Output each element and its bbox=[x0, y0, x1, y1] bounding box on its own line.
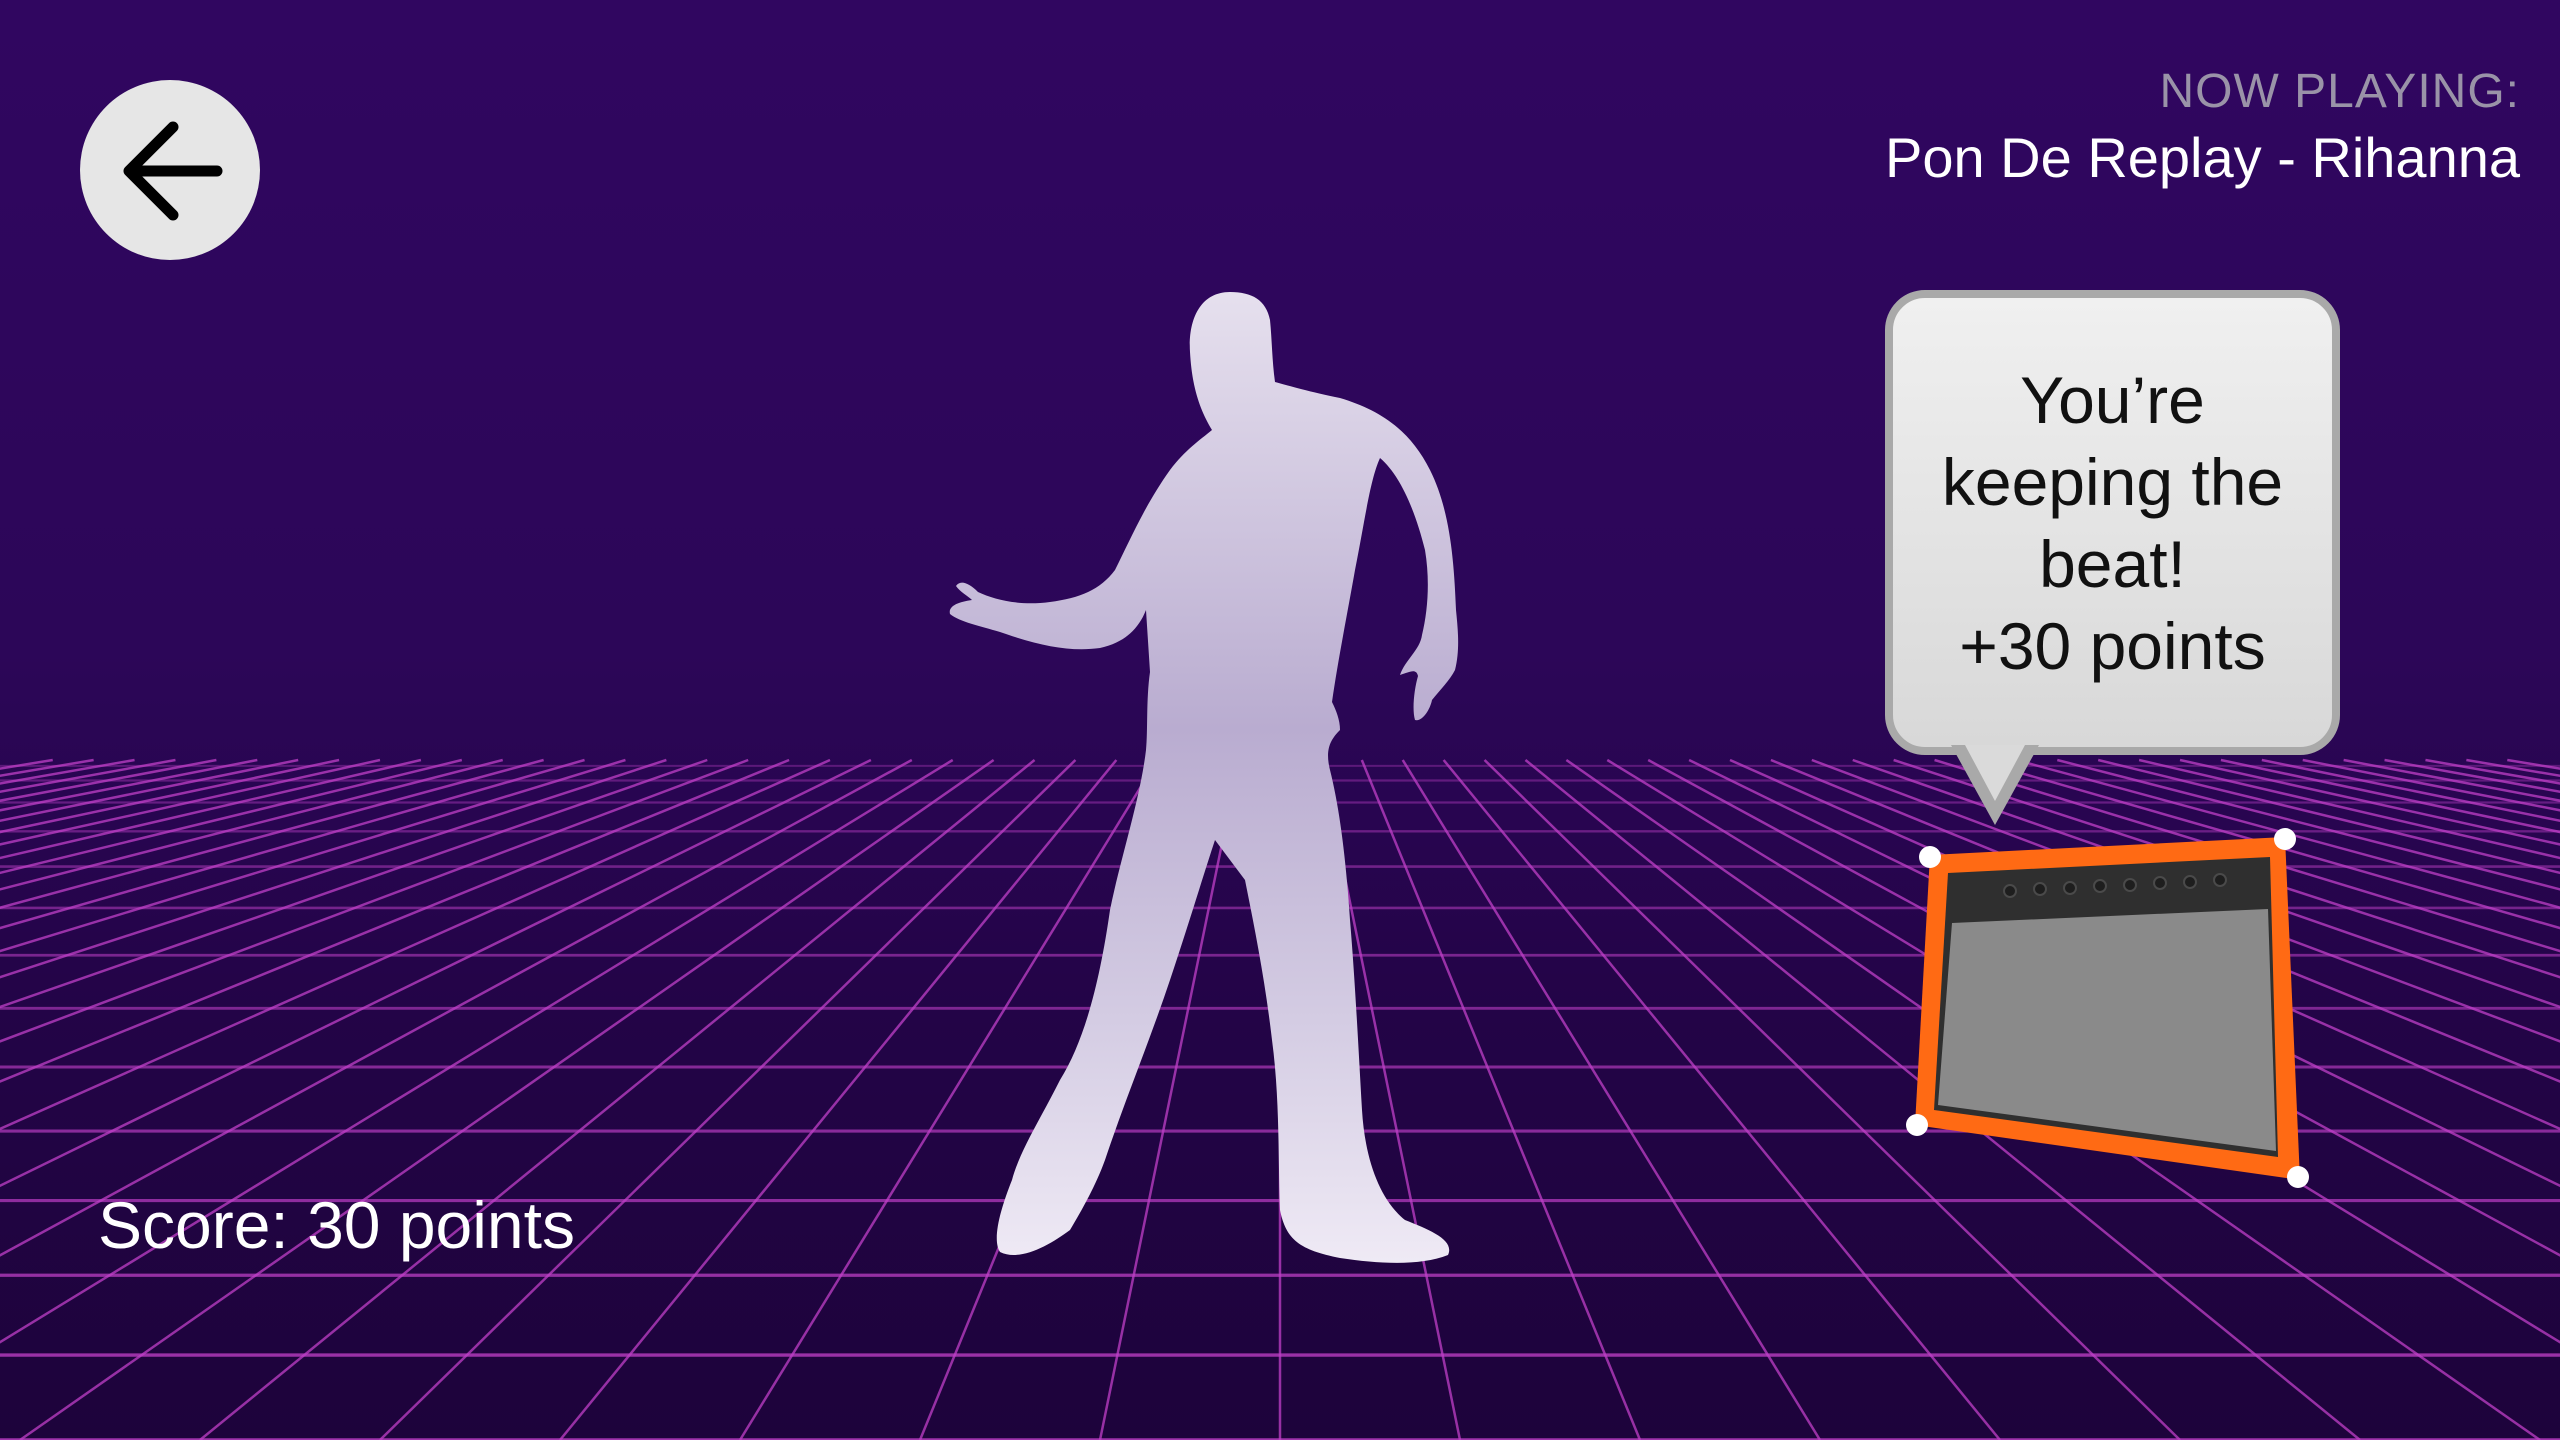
now-playing: NOW PLAYING: Pon De Replay - Rihanna bbox=[1885, 62, 2520, 194]
grid-line bbox=[0, 758, 176, 794]
guitar-amplifier-icon bbox=[1906, 828, 2309, 1188]
feedback-speech-bubble: You’re keeping the beat! +30 points bbox=[1885, 290, 2340, 755]
grid-line bbox=[2384, 758, 2560, 794]
feedback-line-3: beat! bbox=[2039, 526, 2186, 601]
grid-line bbox=[2302, 758, 2560, 812]
grid-line bbox=[0, 758, 667, 979]
now-playing-track: Pon De Replay - Rihanna bbox=[1884, 126, 2520, 189]
dancer-silhouette bbox=[949, 292, 1459, 1263]
grid-line bbox=[0, 758, 749, 1043]
feedback-line-1: You’re bbox=[2020, 362, 2205, 437]
grid-line bbox=[0, 758, 381, 846]
back-button[interactable] bbox=[80, 80, 260, 260]
grid-line bbox=[0, 758, 544, 909]
speech-bubble-tail bbox=[1951, 745, 2039, 825]
feedback-line-2: keeping the bbox=[1941, 444, 2284, 519]
now-playing-label: NOW PLAYING: bbox=[2159, 65, 2520, 118]
grid-line bbox=[0, 758, 913, 1257]
grid-line bbox=[0, 758, 504, 891]
grid-line bbox=[0, 758, 626, 953]
feedback-line-4: +30 points bbox=[1959, 608, 2266, 683]
score-display: Score: 30 points bbox=[98, 1188, 575, 1262]
game-stage: NOW PLAYING: Pon De Replay - Rihanna You… bbox=[0, 0, 2560, 1440]
grid-line bbox=[0, 758, 258, 812]
arrow-left-icon bbox=[123, 121, 223, 221]
grid-line bbox=[0, 758, 872, 1188]
